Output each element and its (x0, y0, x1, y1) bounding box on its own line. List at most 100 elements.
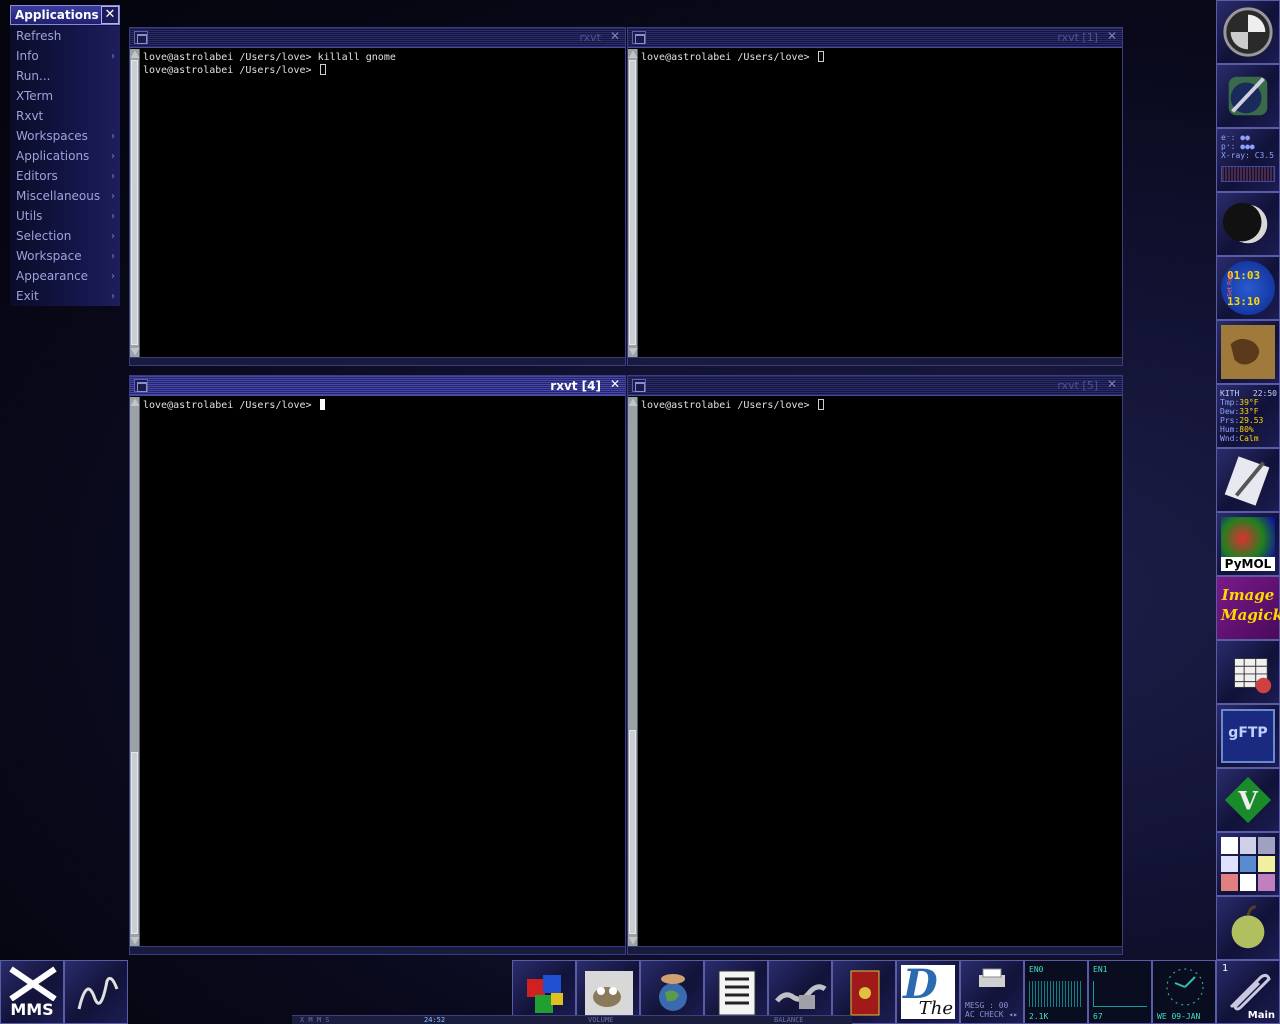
scroll-up-icon[interactable] (130, 398, 140, 406)
menu-item-rxvt[interactable]: Rxvt (10, 106, 120, 126)
menu-close-button[interactable]: ✕ (101, 6, 119, 24)
dock-tile-dhe[interactable]: D The (896, 960, 960, 1024)
appicon-xmms[interactable]: MMS (0, 960, 64, 1024)
menu-item-run[interactable]: Run... (10, 66, 120, 86)
iconify-icon[interactable] (134, 379, 148, 392)
dock-tile-sunclock[interactable]: 01:03 13:10 Set Rise (1216, 256, 1280, 320)
color-cube-icon (527, 975, 563, 1013)
scroll-thumb[interactable] (629, 730, 636, 934)
titlebar[interactable]: rxvt [1] ✕ (628, 28, 1122, 48)
menu-item-appearance[interactable]: Appearance › (10, 266, 120, 286)
close-icon[interactable]: ✕ (608, 30, 622, 44)
dock-tile-imagemagick[interactable]: Image Magick (1216, 576, 1280, 640)
appicon-xmms-2[interactable] (64, 960, 128, 1024)
scroll-up-icon[interactable] (130, 50, 140, 58)
net-interface: EN0 (1029, 965, 1044, 974)
dock-tile-apps-grid[interactable] (1216, 832, 1280, 896)
weather-time: 22:50 (1252, 389, 1277, 398)
iconify-icon[interactable] (632, 31, 646, 44)
dock-tile-xray[interactable]: e⁻: ●● p⁺: ●●● X-ray: C3.5 (1216, 128, 1280, 192)
window-handle[interactable] (130, 946, 625, 954)
scrollbar[interactable] (130, 49, 140, 357)
dock-tile-net-en0[interactable]: EN0 2.1K (1024, 960, 1088, 1024)
scroll-down-icon[interactable] (130, 348, 140, 356)
dock-tile-apple[interactable] (1216, 896, 1280, 960)
dock-tile-moon[interactable] (1216, 192, 1280, 256)
terminal-top-left[interactable]: rxvt ✕ love@astrolabei /Users/love> kill… (129, 27, 626, 366)
dock-tile-gftp[interactable]: gFTP (1216, 704, 1280, 768)
scroll-up-icon[interactable] (628, 398, 638, 406)
dock-tile-clip[interactable]: 1 Main (1216, 960, 1280, 1024)
scroll-up-icon[interactable] (628, 50, 638, 58)
menu-item-xterm[interactable]: XTerm (10, 86, 120, 106)
dock-tile-mailcheck[interactable]: MESG : 00 AC CHECK ◂▸ (960, 960, 1024, 1024)
titlebar[interactable]: rxvt [5] ✕ (628, 376, 1122, 396)
terminal-screen[interactable]: love@astrolabei /Users/love> (641, 399, 1118, 944)
menu-item-applications[interactable]: Applications › (10, 146, 120, 166)
close-icon[interactable]: ✕ (608, 378, 622, 392)
terminal-screen[interactable]: love@astrolabei /Users/love> (641, 51, 1118, 355)
dock-tile-prefs[interactable] (1216, 64, 1280, 128)
titlebar[interactable]: rxvt [4] ✕ (130, 376, 625, 396)
submenu-arrow-icon: › (111, 270, 115, 282)
pymol-icon: PyMOL (1221, 517, 1275, 571)
app-grid-icon (1221, 837, 1238, 854)
scroll-thumb[interactable] (629, 60, 636, 345)
scroll-thumb[interactable] (131, 60, 138, 345)
menu-item-utils[interactable]: Utils › (10, 206, 120, 226)
chain-lock-icon (775, 984, 827, 1009)
dock-tile-vim[interactable]: V (1216, 768, 1280, 832)
menu-item-workspace[interactable]: Workspace › (10, 246, 120, 266)
terminal-prompt-line: love@astrolabei /Users/love> (641, 51, 1118, 64)
menu-item-label: Utils (16, 209, 43, 223)
dock-tile-pymol[interactable]: PyMOL (1216, 512, 1280, 576)
scroll-down-icon[interactable] (628, 348, 638, 356)
window-handle[interactable] (130, 357, 625, 365)
scrollbar[interactable] (130, 397, 140, 946)
terminal-screen[interactable]: love@astrolabei /Users/love> killall gno… (143, 51, 621, 355)
terminal-screen[interactable]: love@astrolabei /Users/love> (143, 399, 621, 944)
xmms-player-bar[interactable]: X M M S 24:52 VOLUME BALANCE (292, 1015, 852, 1024)
dock-tile-weather[interactable]: KITH 22:50 Tmp:39°F Dew:33°F Prs:29.53 Hum:… (1216, 384, 1280, 448)
close-icon[interactable]: ✕ (1105, 30, 1119, 44)
dock-tile-spreadsheet[interactable] (1216, 640, 1280, 704)
scrollbar[interactable] (628, 397, 638, 946)
submenu-arrow-icon: › (111, 290, 115, 302)
mail-status: MESG : 00 AC CHECK ◂▸ (965, 1001, 1018, 1019)
dock-tile-clock[interactable]: WE 09-JAN (1152, 960, 1216, 1024)
dock-tile-editor[interactable] (1216, 448, 1280, 512)
scrollbar[interactable] (628, 49, 638, 357)
titlebar[interactable]: rxvt ✕ (130, 28, 625, 48)
submenu-arrow-icon: › (111, 130, 115, 142)
window-handle[interactable] (628, 946, 1122, 954)
scroll-down-icon[interactable] (628, 937, 638, 945)
menu-item-selection[interactable]: Selection › (10, 226, 120, 246)
scroll-down-icon[interactable] (130, 937, 140, 945)
scroll-thumb[interactable] (131, 752, 138, 934)
menu-item-refresh[interactable]: Refresh (10, 26, 120, 46)
paperclip-icon (1229, 973, 1271, 1011)
menu-item-info[interactable]: Info › (10, 46, 120, 66)
menu-item-exit[interactable]: Exit › (10, 286, 120, 306)
close-icon[interactable]: ✕ (1105, 378, 1119, 392)
mail-line: MESG : 00 (965, 1001, 1009, 1010)
menu-item-editors[interactable]: Editors › (10, 166, 120, 186)
menu-item-workspaces[interactable]: Workspaces › (10, 126, 120, 146)
xmms-title: X M M S (300, 1016, 330, 1024)
window-handle[interactable] (628, 357, 1122, 365)
terminal-bottom-right[interactable]: rxvt [5] ✕ love@astrolabei /Users/love> (627, 375, 1123, 955)
dock-tile-globe[interactable] (1216, 320, 1280, 384)
terminal-prompt-line: love@astrolabei /Users/love> (143, 399, 621, 412)
iconify-icon[interactable] (632, 379, 646, 392)
dock-tile-net-en1[interactable]: EN1 67 (1088, 960, 1152, 1024)
terminal-bottom-left[interactable]: rxvt [4] ✕ love@astrolabei /Users/love> (129, 375, 626, 955)
iconify-icon[interactable] (134, 31, 148, 44)
menu-title-bar[interactable]: Applications ✕ (10, 5, 120, 25)
dock-tile-windowmaker[interactable] (1216, 0, 1280, 64)
weather-value: 33°F (1239, 407, 1259, 416)
menu-item-label: Workspaces (16, 129, 88, 143)
weather-station: KITH (1220, 389, 1240, 398)
menu-item-miscellaneous[interactable]: Miscellaneous › (10, 186, 120, 206)
terminal-top-right[interactable]: rxvt [1] ✕ love@astrolabei /Users/love> (627, 27, 1123, 366)
weather-key: Prs: (1220, 416, 1240, 425)
